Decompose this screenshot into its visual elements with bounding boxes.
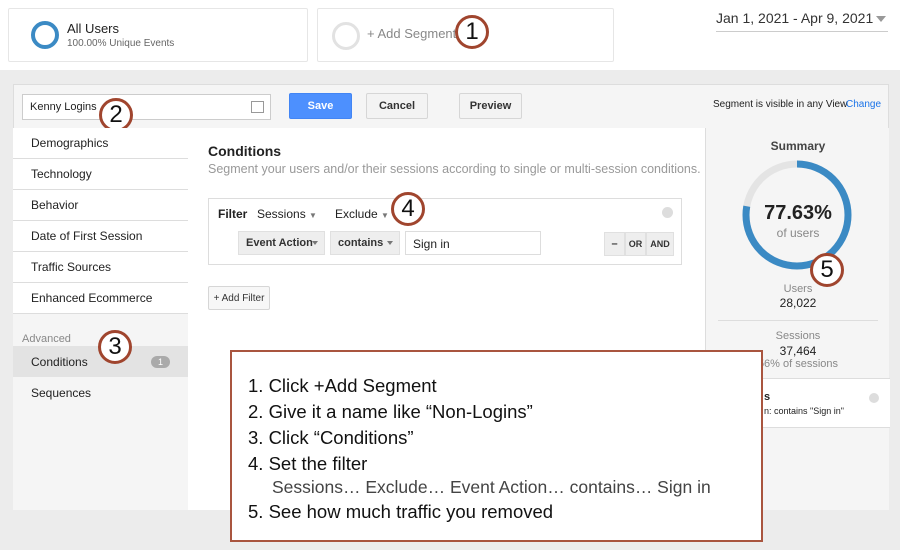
and-button[interactable]: AND bbox=[646, 232, 674, 256]
sidebar-item-technology[interactable]: Technology bbox=[13, 159, 188, 190]
summary-title: Summary bbox=[770, 139, 826, 153]
sidebar-item-traffic-sources[interactable]: Traffic Sources bbox=[13, 252, 188, 283]
segment-name-value: Kenny Logins bbox=[30, 101, 97, 113]
date-range-text: Jan 1, 2021 - Apr 9, 2021 bbox=[716, 10, 874, 26]
save-button[interactable]: Save bbox=[289, 93, 352, 119]
list-icon bbox=[251, 101, 264, 113]
segment-subtitle: 100.00% Unique Events bbox=[67, 38, 175, 49]
remove-condition-button[interactable]: – bbox=[604, 232, 625, 256]
chevron-down-icon bbox=[876, 16, 886, 22]
dimension-value: Event Action bbox=[246, 237, 313, 249]
filter-box: Filter Sessions ▼ Exclude ▼ Event Action… bbox=[208, 198, 682, 265]
operator-dropdown[interactable]: contains bbox=[330, 231, 400, 255]
remove-filter-icon[interactable] bbox=[662, 207, 673, 218]
scope-value: Sessions bbox=[257, 207, 306, 221]
condition-summary-text: n: contains "Sign in" bbox=[764, 406, 844, 416]
summary-of-users: of users bbox=[776, 226, 820, 240]
annotation-5: 5 bbox=[810, 253, 844, 287]
condition-value-input[interactable]: Sign in bbox=[405, 231, 541, 255]
sidebar-item-sequences[interactable]: Sequences bbox=[13, 377, 188, 408]
annotation-1: 1 bbox=[455, 15, 489, 49]
dimension-dropdown[interactable]: Event Action bbox=[238, 231, 325, 255]
scope-dropdown[interactable]: Sessions ▼ bbox=[257, 207, 317, 221]
segment-all-users[interactable]: All Users 100.00% Unique Events bbox=[8, 8, 308, 62]
instruction-5: 5. See how much traffic you removed bbox=[248, 501, 554, 522]
condition-summary-title: s bbox=[764, 391, 771, 403]
change-link[interactable]: Change bbox=[846, 99, 881, 110]
conditions-title: Conditions bbox=[208, 143, 282, 159]
users-value: 28,022 bbox=[779, 296, 817, 310]
advanced-label: Advanced bbox=[22, 333, 71, 345]
sidebar: Demographics Technology Behavior Date of… bbox=[13, 128, 188, 510]
operator-value: contains bbox=[338, 237, 384, 249]
divider bbox=[718, 320, 878, 321]
condition-value: Sign in bbox=[413, 237, 450, 251]
instructions-callout: 1. Click +Add Segment 2. Give it a name … bbox=[230, 350, 763, 542]
instruction-4: 4. Set the filter bbox=[248, 453, 368, 474]
mode-value: Exclude bbox=[335, 207, 378, 221]
sidebar-item-enhanced-ecommerce[interactable]: Enhanced Ecommerce bbox=[13, 283, 188, 314]
conditions-count-badge: 1 bbox=[150, 356, 170, 368]
filter-label: Filter bbox=[218, 207, 248, 221]
summary-percent: 77.63% bbox=[764, 202, 832, 224]
users-label: Users bbox=[783, 283, 813, 295]
conditions-label: Conditions bbox=[31, 354, 88, 369]
annotation-3: 3 bbox=[98, 330, 132, 364]
preview-button[interactable]: Preview bbox=[459, 93, 522, 119]
visibility-text: Segment is visible in any View bbox=[713, 99, 848, 110]
instruction-2: 2. Give it a name like “Non-Logins” bbox=[248, 401, 533, 422]
sessions-label: Sessions bbox=[775, 330, 821, 342]
segment-ring-icon bbox=[31, 21, 59, 49]
add-segment-label: + Add Segment bbox=[367, 26, 457, 41]
annotation-2: 2 bbox=[99, 98, 133, 132]
instruction-4-detail: Sessions… Exclude… Event Action… contain… bbox=[272, 477, 711, 497]
mode-dropdown[interactable]: Exclude ▼ bbox=[335, 207, 389, 221]
add-filter-button[interactable]: + Add Filter bbox=[208, 286, 270, 310]
date-range-picker[interactable]: Jan 1, 2021 - Apr 9, 2021 bbox=[716, 10, 888, 32]
remove-condition-icon[interactable] bbox=[869, 393, 879, 403]
sidebar-item-demographics[interactable]: Demographics bbox=[13, 128, 188, 159]
segment-title: All Users bbox=[67, 21, 120, 36]
empty-ring-icon bbox=[332, 22, 360, 50]
cancel-button[interactable]: Cancel bbox=[366, 93, 428, 119]
sidebar-item-behavior[interactable]: Behavior bbox=[13, 190, 188, 221]
instruction-3: 3. Click “Conditions” bbox=[248, 427, 414, 448]
or-button[interactable]: OR bbox=[625, 232, 646, 256]
sidebar-item-date-first-session[interactable]: Date of First Session bbox=[13, 221, 188, 252]
segment-name-input[interactable]: Kenny Logins bbox=[22, 94, 271, 120]
conditions-description: Segment your users and/or their sessions… bbox=[208, 162, 701, 176]
annotation-4: 4 bbox=[391, 192, 425, 226]
instruction-1: 1. Click +Add Segment bbox=[248, 375, 437, 396]
